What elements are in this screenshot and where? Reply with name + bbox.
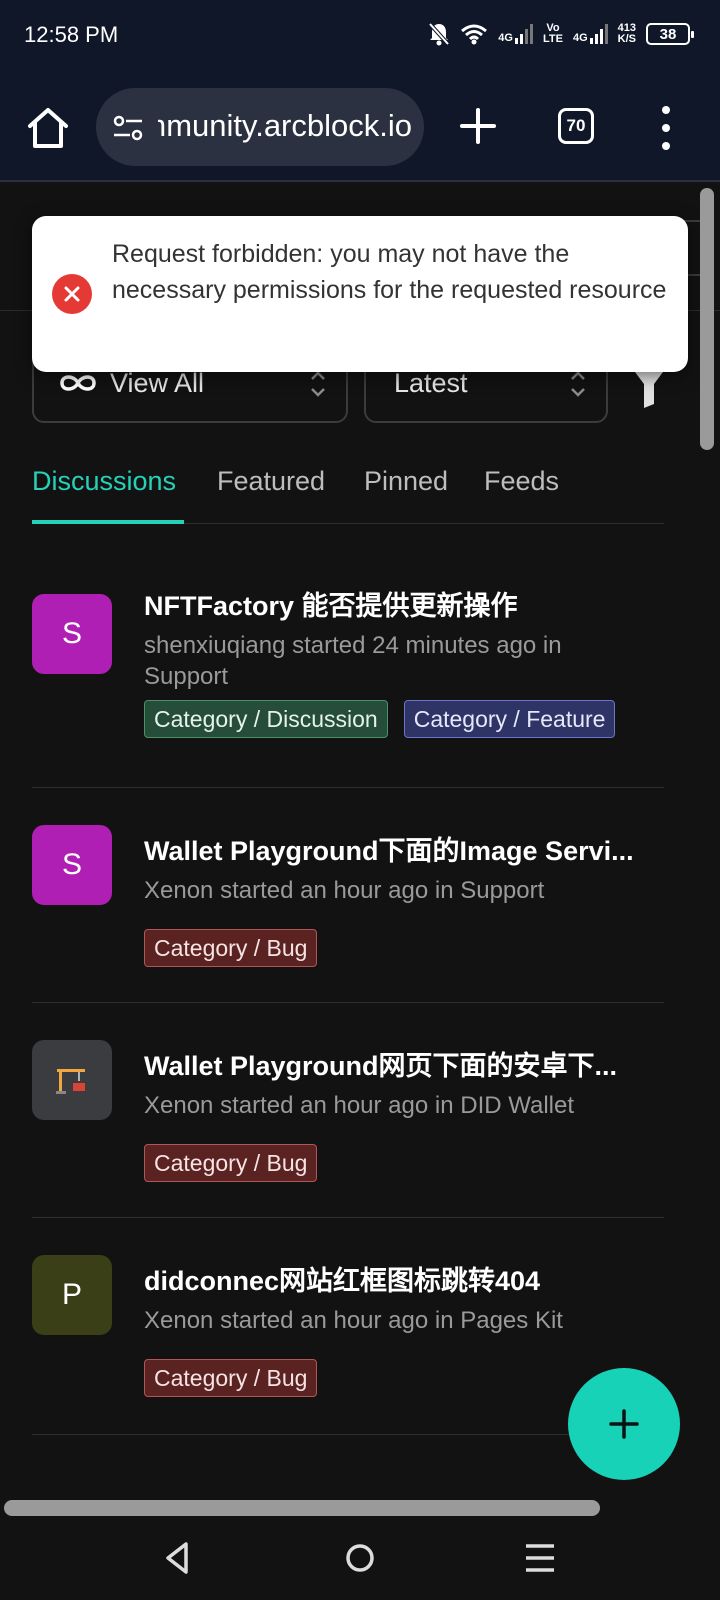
tab-switcher-button[interactable]: 70 — [558, 108, 594, 144]
system-nav-bar — [0, 1520, 720, 1600]
view-filter-value: View All — [110, 367, 205, 398]
avatar[interactable]: S — [32, 825, 112, 905]
post-meta: Xenon started an hour ago in DID Wallet — [144, 1092, 575, 1119]
network-speed: 413 K/S — [617, 22, 636, 45]
crane-icon — [56, 1069, 85, 1094]
volte-indicator: Vo LTE — [542, 22, 563, 45]
page-content: View All Latest Discussions Featured Pin… — [0, 184, 720, 1494]
more-vert-icon[interactable] — [656, 106, 676, 150]
category-tag[interactable]: Category / Bug — [144, 1144, 318, 1182]
site-settings-icon[interactable] — [112, 112, 144, 144]
error-toast[interactable]: Request forbidden: you may not have the … — [32, 216, 688, 372]
status-time: 12:58 PM — [24, 22, 119, 47]
post-title[interactable]: NFTFactory 能否提供更新操作 — [144, 584, 664, 623]
category-tag[interactable]: Category / Feature — [403, 700, 616, 738]
chevron-updown-icon — [311, 371, 325, 397]
page-scrollbar[interactable] — [700, 188, 714, 450]
status-icons: 4G Vo LTE 4G 413 K/S 38 — [428, 22, 694, 46]
status-bar: 12:58 PM 4G Vo LTE 4G 413 K/S 38 — [0, 0, 720, 72]
home-nav-icon[interactable] — [340, 1538, 380, 1578]
post-meta: Xenon started an hour ago in Support — [144, 877, 545, 904]
filter-icon[interactable] — [632, 368, 666, 408]
wifi-icon — [461, 24, 488, 45]
back-nav-icon[interactable] — [158, 1538, 198, 1578]
network-type-2: 4G — [572, 32, 588, 44]
battery-indicator: 38 — [646, 23, 694, 45]
list-item[interactable]: S Wallet Playground下面的Image Servi... Xen… — [32, 789, 664, 1003]
plus-icon[interactable] — [456, 104, 500, 148]
active-tab-indicator — [32, 520, 184, 524]
avatar[interactable]: S — [32, 594, 112, 674]
infinity-icon — [60, 375, 96, 391]
toast-message: Request forbidden: you may not have the … — [112, 240, 667, 304]
discussion-tabs: Discussions Featured Pinned Feeds — [32, 452, 664, 524]
url-bar[interactable]: community.arcblock.io — [96, 88, 424, 166]
category-tag[interactable]: Category / Bug — [144, 1359, 318, 1397]
recents-nav-icon[interactable] — [520, 1538, 560, 1578]
tab-pinned[interactable]: Pinned — [364, 466, 448, 497]
post-title[interactable]: Wallet Playground网页下面的安卓下... — [144, 1044, 664, 1083]
new-discussion-button[interactable] — [568, 1368, 680, 1480]
chevron-updown-icon — [571, 371, 585, 397]
avatar[interactable] — [32, 1040, 112, 1120]
error-icon — [52, 274, 92, 314]
home-icon[interactable] — [24, 104, 72, 152]
tab-feeds[interactable]: Feeds — [484, 466, 559, 497]
signal-icon — [589, 24, 608, 44]
category-tag[interactable]: Category / Bug — [144, 929, 318, 967]
tab-discussions[interactable]: Discussions — [32, 466, 176, 497]
signal-icon — [514, 24, 533, 44]
browser-toolbar: community.arcblock.io 70 — [0, 72, 720, 182]
post-title[interactable]: Wallet Playground下面的Image Servi... — [144, 829, 664, 868]
plus-icon — [609, 1409, 639, 1439]
avatar[interactable]: P — [32, 1255, 112, 1335]
category-tag[interactable]: Category / Discussion — [144, 700, 388, 738]
list-item[interactable]: Wallet Playground网页下面的安卓下... Xenon start… — [32, 1004, 664, 1218]
post-meta: Xenon started an hour ago in Pages Kit — [144, 1307, 563, 1334]
network-type-1: 4G — [498, 32, 513, 44]
tab-featured[interactable]: Featured — [217, 466, 325, 497]
horizontal-scrollbar[interactable] — [4, 1500, 600, 1516]
post-meta: shenxiuqiang started 24 minutes ago in S… — [144, 632, 562, 690]
sort-value: Latest — [394, 367, 468, 398]
list-item[interactable]: S NFTFactory 能否提供更新操作 shenxiuqiang start… — [32, 566, 664, 788]
url-text[interactable]: community.arcblock.io — [158, 108, 412, 144]
bell-muted-icon — [428, 22, 450, 46]
post-title[interactable]: didconnec网站红框图标跳转404 — [144, 1259, 664, 1298]
list-item[interactable]: P didconnec网站红框图标跳转404 Xenon started an … — [32, 1219, 664, 1435]
